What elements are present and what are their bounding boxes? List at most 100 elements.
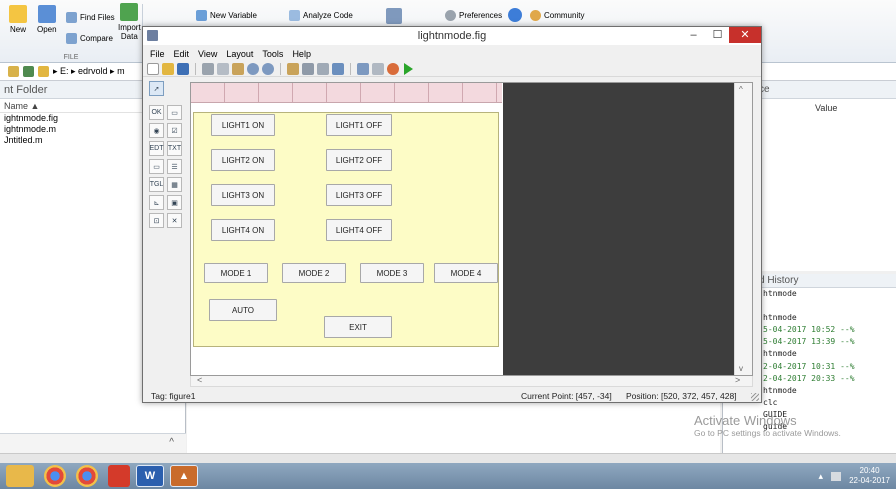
- scroll-up-icon[interactable]: ^: [739, 85, 743, 94]
- radio-button-tool-icon[interactable]: ◉: [149, 123, 164, 138]
- windows-taskbar: W ▲ ▴ 20:40 22-04-2017: [0, 463, 896, 489]
- community-button[interactable]: Community: [530, 10, 584, 21]
- listbox-tool-icon[interactable]: ☰: [167, 159, 182, 174]
- up-folder-icon[interactable]: [23, 66, 34, 77]
- axes-tool-icon[interactable]: ⊾: [149, 195, 164, 210]
- preferences-button[interactable]: Preferences: [445, 10, 502, 21]
- layout-button[interactable]: [386, 8, 402, 24]
- auto-button[interactable]: AUTO: [209, 299, 277, 321]
- toolbar-editor-icon[interactable]: [332, 62, 344, 75]
- run-figure-icon[interactable]: [404, 62, 413, 75]
- select-tool-icon[interactable]: ➚: [149, 81, 164, 96]
- file-section-label: FILE: [63, 54, 79, 61]
- matlab-icon[interactable]: ▲: [170, 465, 198, 487]
- import-data-button[interactable]: Import Data: [118, 3, 141, 41]
- new-variable-button[interactable]: New Variable: [196, 10, 257, 21]
- guide-title-bar[interactable]: lightnmode.fig – ☐ ✕: [143, 27, 761, 45]
- object-browser-icon[interactable]: [387, 62, 399, 75]
- analyze-code-button[interactable]: Analyze Code: [289, 10, 353, 21]
- popup-menu-tool-icon[interactable]: ▭: [149, 159, 164, 174]
- light1-off-button[interactable]: LIGHT1 OFF: [326, 114, 392, 136]
- help-icon: [508, 8, 522, 22]
- maximize-button[interactable]: ☐: [705, 27, 730, 43]
- checkbox-tool-icon[interactable]: ☑: [167, 123, 182, 138]
- new-button[interactable]: New: [9, 5, 27, 34]
- exit-button[interactable]: EXIT: [324, 316, 392, 338]
- light1-on-button[interactable]: LIGHT1 ON: [211, 114, 275, 136]
- property-inspector-icon[interactable]: [372, 62, 384, 75]
- scroll-left-icon[interactable]: <: [197, 375, 202, 385]
- undo-icon[interactable]: [247, 62, 259, 75]
- find-files-label: Find Files: [80, 13, 115, 22]
- find-files-button[interactable]: Find Files: [66, 12, 115, 23]
- word-icon[interactable]: W: [136, 465, 164, 487]
- light4-off-button[interactable]: LIGHT4 OFF: [326, 219, 392, 241]
- menu-edit[interactable]: Edit: [174, 49, 190, 59]
- tab-order-editor-icon[interactable]: [317, 62, 329, 75]
- guide-window-title: lightnmode.fig: [417, 30, 487, 42]
- menu-file[interactable]: File: [150, 49, 165, 59]
- tray-arrow-icon[interactable]: ▴: [819, 471, 824, 482]
- light2-off-button[interactable]: LIGHT2 OFF: [326, 149, 392, 171]
- mode1-button[interactable]: MODE 1: [204, 263, 268, 283]
- align-objects-icon[interactable]: [287, 62, 299, 75]
- menu-help[interactable]: Help: [292, 49, 311, 59]
- open-button[interactable]: Open: [37, 5, 57, 34]
- activate-windows-subtext: Go to PC settings to activate Windows.: [694, 428, 841, 438]
- edit-text-tool-icon[interactable]: EDT: [149, 141, 164, 156]
- layout-editor-canvas[interactable]: LIGHT1 ON LIGHT1 OFF LIGHT2 ON LIGHT2 OF…: [190, 82, 753, 376]
- horizontal-scrollbar[interactable]: < >: [190, 375, 753, 387]
- menu-tools[interactable]: Tools: [262, 49, 283, 59]
- app-icon-red[interactable]: [108, 465, 130, 487]
- button-group-tool-icon[interactable]: ⊡: [149, 213, 164, 228]
- vertical-scrollbar[interactable]: ^ v: [734, 83, 752, 375]
- mode4-button[interactable]: MODE 4: [434, 263, 498, 283]
- expand-details-button[interactable]: ^: [169, 437, 174, 448]
- toggle-button-tool-icon[interactable]: TGL: [149, 177, 164, 192]
- browse-folder-icon[interactable]: [8, 66, 19, 77]
- mode2-button[interactable]: MODE 2: [282, 263, 346, 283]
- push-button-tool-icon[interactable]: OK: [149, 105, 164, 120]
- panel-tool-icon[interactable]: ▣: [167, 195, 182, 210]
- static-text-tool-icon[interactable]: TXT: [167, 141, 182, 156]
- scroll-right-icon[interactable]: >: [735, 375, 740, 385]
- activex-tool-icon[interactable]: ✕: [167, 213, 182, 228]
- menu-editor-icon[interactable]: [302, 62, 314, 75]
- help-button[interactable]: [508, 8, 522, 22]
- network-icon[interactable]: [831, 471, 842, 481]
- open-folder-icon: [37, 5, 56, 23]
- table-tool-icon[interactable]: ▦: [167, 177, 182, 192]
- mode3-button[interactable]: MODE 3: [360, 263, 424, 283]
- slider-tool-icon[interactable]: ▭: [167, 105, 182, 120]
- new-variable-icon: [196, 10, 207, 21]
- resize-grip[interactable]: [751, 393, 759, 401]
- chrome-icon-2[interactable]: [76, 465, 98, 487]
- toolbar-separator: [280, 62, 281, 75]
- light2-on-button[interactable]: LIGHT2 ON: [211, 149, 275, 171]
- new-icon: [9, 5, 27, 23]
- new-file-icon[interactable]: [147, 62, 159, 75]
- value-column-header[interactable]: Value: [815, 103, 837, 113]
- guide-menu-bar: File Edit View Layout Tools Help: [143, 46, 761, 61]
- light4-on-button[interactable]: LIGHT4 ON: [211, 219, 275, 241]
- menu-view[interactable]: View: [198, 49, 217, 59]
- minimize-button[interactable]: –: [681, 27, 706, 43]
- light3-off-button[interactable]: LIGHT3 OFF: [326, 184, 392, 206]
- close-button[interactable]: ✕: [729, 27, 761, 43]
- file-explorer-icon[interactable]: [6, 465, 34, 487]
- scroll-down-icon[interactable]: v: [739, 364, 743, 373]
- redo-icon[interactable]: [262, 62, 274, 75]
- gui-figure[interactable]: LIGHT1 ON LIGHT1 OFF LIGHT2 ON LIGHT2 OF…: [193, 112, 499, 347]
- save-icon[interactable]: [177, 62, 189, 75]
- copy-icon[interactable]: [217, 62, 229, 75]
- address-path[interactable]: ▸ E: ▸ edrvold ▸ m: [53, 66, 125, 77]
- cut-icon[interactable]: [202, 62, 214, 75]
- chrome-icon[interactable]: [44, 465, 66, 487]
- open-file-icon[interactable]: [162, 62, 174, 75]
- light3-on-button[interactable]: LIGHT3 ON: [211, 184, 275, 206]
- paste-icon[interactable]: [232, 62, 244, 75]
- menu-layout[interactable]: Layout: [226, 49, 253, 59]
- editor-icon[interactable]: [357, 62, 369, 75]
- compare-button[interactable]: Compare: [66, 33, 113, 44]
- clock[interactable]: 20:40 22-04-2017: [849, 466, 890, 486]
